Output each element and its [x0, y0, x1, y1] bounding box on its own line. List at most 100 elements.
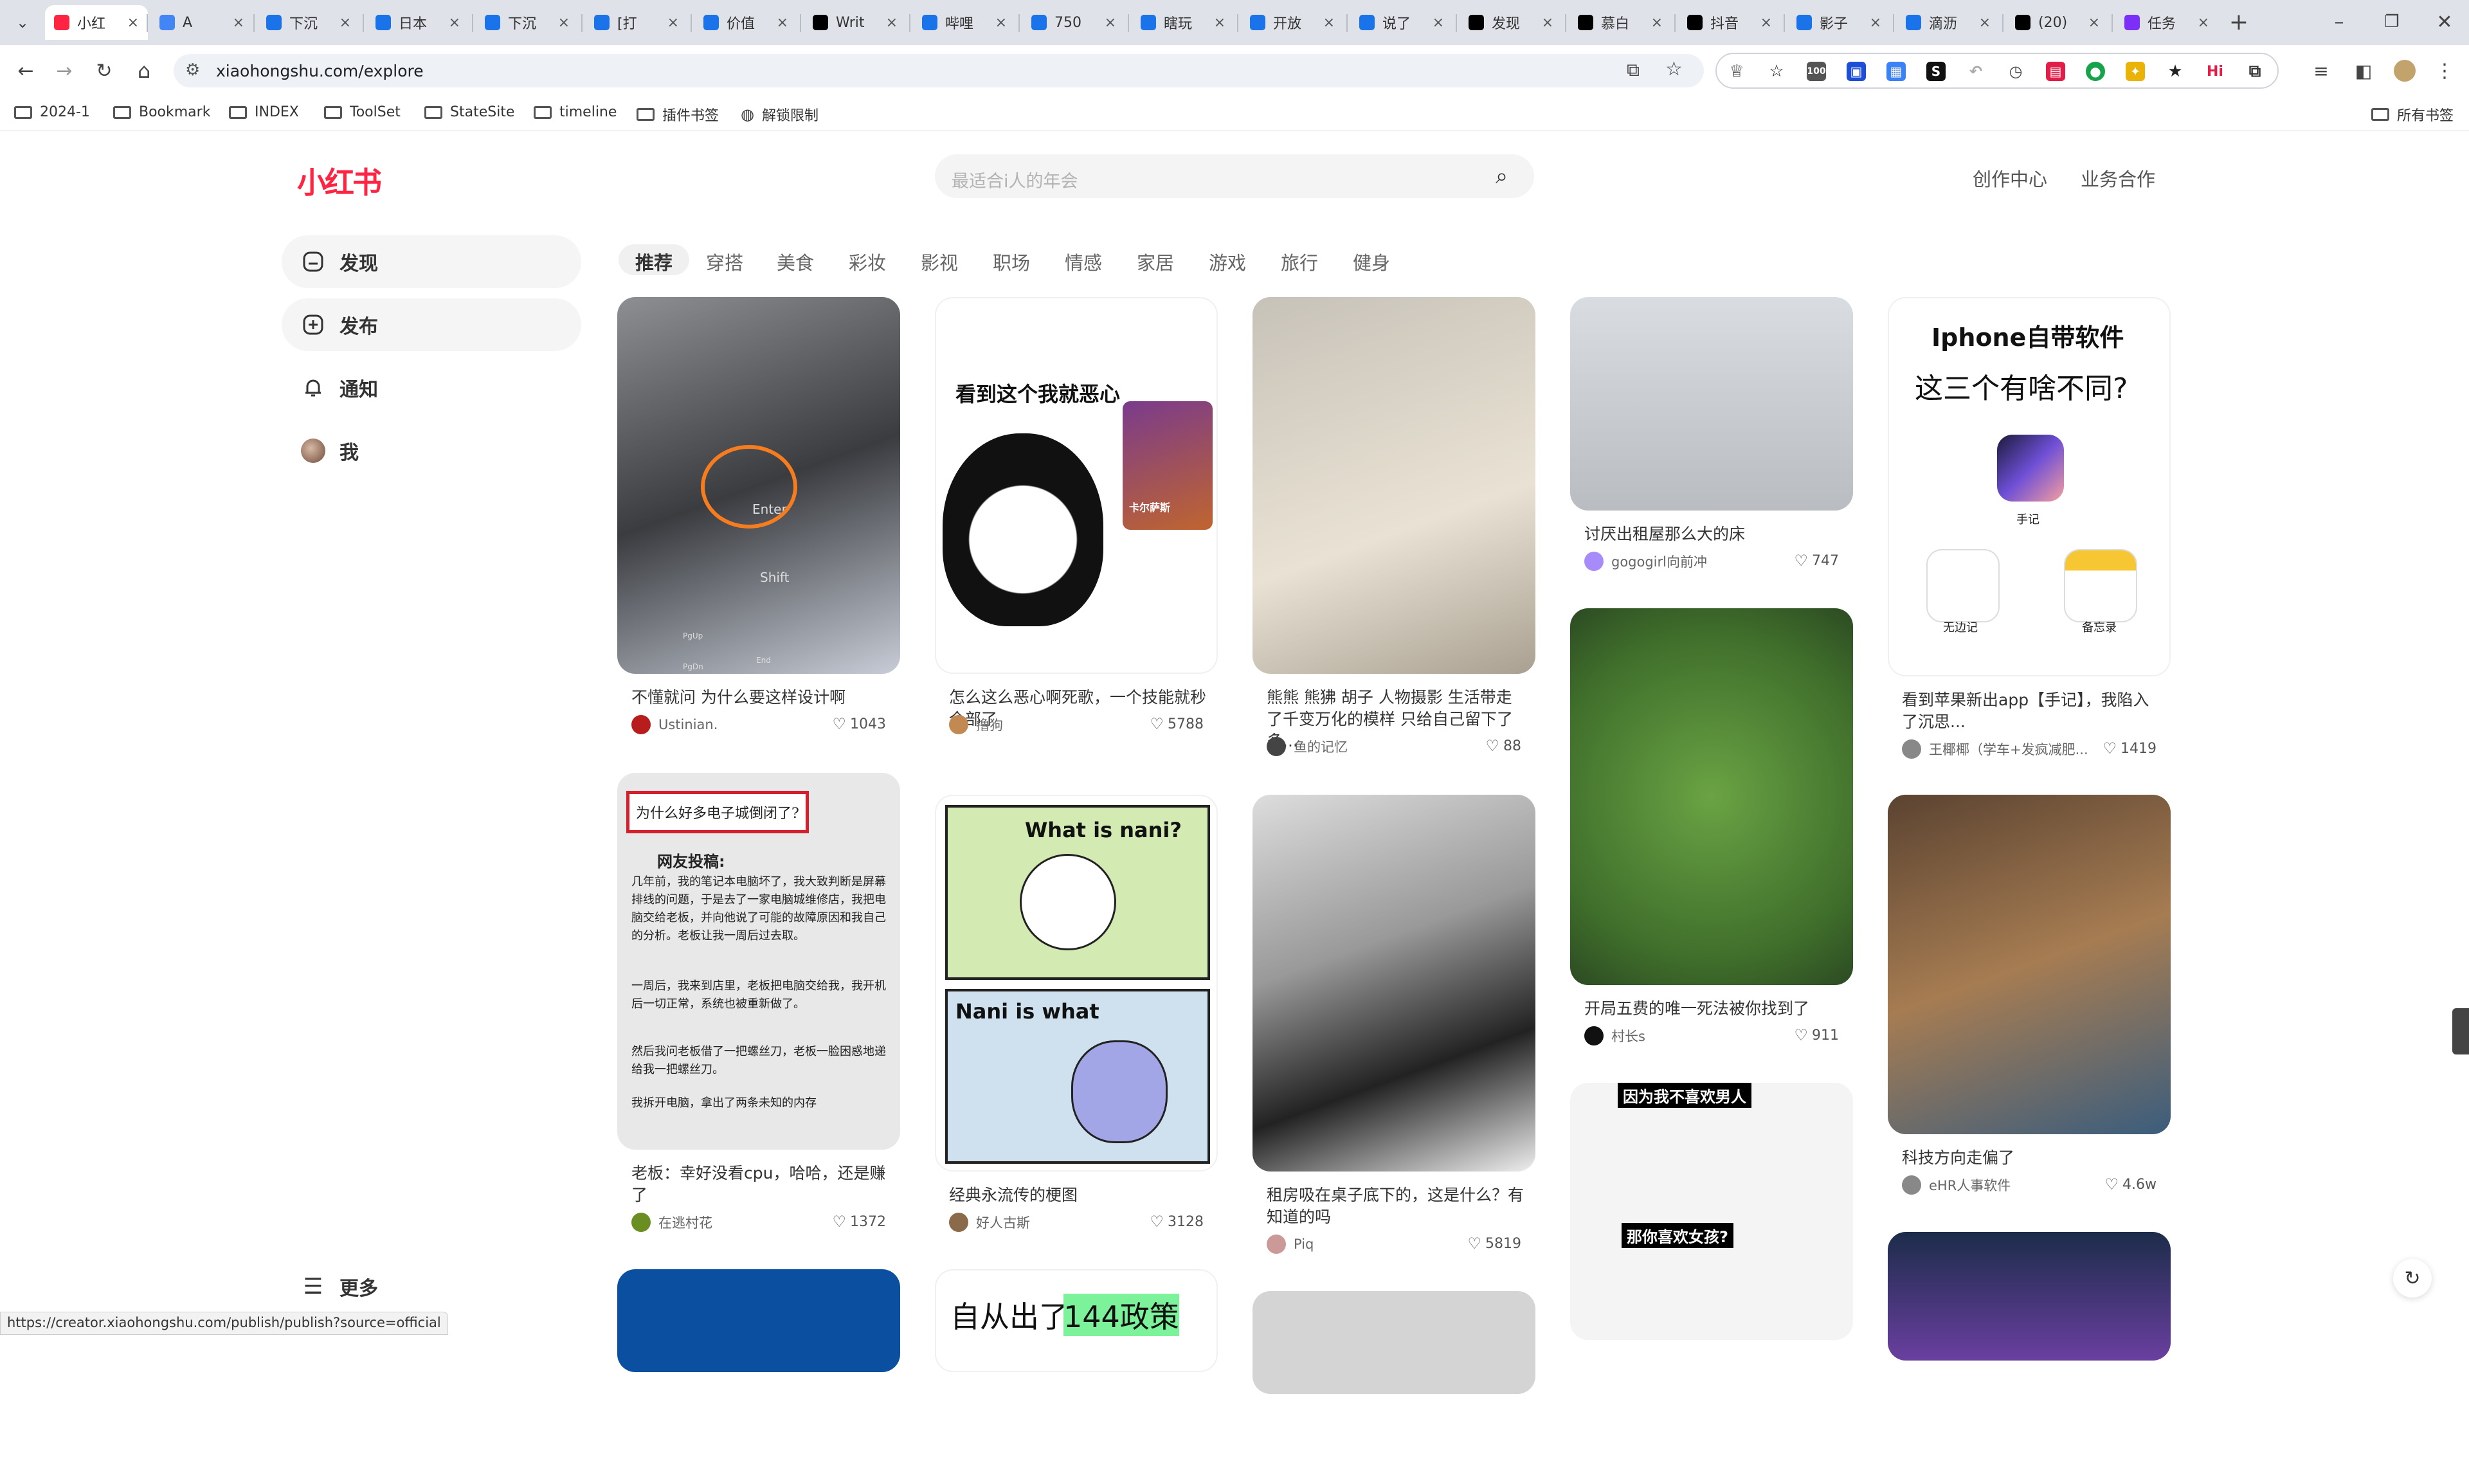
tab-10[interactable]: 瞎玩 × — [1132, 5, 1234, 40]
all-bookmarks[interactable]: 所有书签 — [2371, 104, 2454, 125]
tab-1[interactable]: A × — [150, 5, 253, 40]
tab-13[interactable]: 发现 × — [1460, 5, 1562, 40]
side-scroll-widget[interactable] — [2452, 1008, 2469, 1054]
channel-tab-8[interactable]: 游戏 — [1209, 244, 1246, 275]
tab-9[interactable]: 750 × — [1022, 5, 1125, 40]
note-cover-image[interactable]: 自从出了 144政策 — [935, 1269, 1218, 1372]
note-author[interactable]: 王椰椰（学车+发疯减肥... — [1902, 739, 2088, 759]
note-card[interactable]: What is nani? Nani is what 经典永流传的梗图 好人古斯 ♡ 31… — [935, 795, 1218, 1262]
note-card[interactable]: Enter Shift PgUp End PgDn 不懂就问 为什么要这样设计啊 Ustin… — [617, 297, 900, 764]
counter-extension-icon[interactable]: 100 — [1807, 62, 1826, 81]
reading-list-icon[interactable]: ≡ — [2304, 54, 2338, 87]
like-count[interactable]: ♡ 1419 — [2103, 739, 2157, 757]
puzzle-extensions-icon[interactable]: ⧉ — [2245, 62, 2265, 81]
new-tab-button[interactable]: + — [2222, 5, 2256, 39]
like-count[interactable]: ♡ 3128 — [1150, 1213, 1204, 1231]
heart-icon[interactable]: ♡ — [1794, 552, 1808, 570]
note-title[interactable]: 看到苹果新出app【手记】，我陷入了沉思... — [1902, 689, 2159, 733]
bookmark-4[interactable]: StateSite — [424, 104, 514, 120]
note-card[interactable] — [1253, 1291, 1535, 1484]
tab-5[interactable]: [打 × — [585, 5, 688, 40]
note-cover-image[interactable]: Enter Shift PgUp End PgDn — [617, 297, 900, 674]
note-cover-image[interactable] — [1570, 608, 1853, 985]
note-card[interactable] — [617, 1269, 900, 1462]
tab-close-icon[interactable]: × — [127, 15, 139, 31]
note-cover-image[interactable]: 因为我不喜欢男人 那你喜欢女孩? — [1570, 1083, 1853, 1340]
back-icon[interactable]: ← — [9, 54, 42, 87]
note-card[interactable] — [1888, 1232, 2171, 1451]
channel-tab-6[interactable]: 情感 — [1065, 244, 1102, 275]
note-author[interactable]: 鱼的记忆 — [1267, 737, 1348, 756]
note-author[interactable]: gogogirl向前冲 — [1584, 552, 1707, 571]
note-card[interactable]: 讨厌出租屋那么大的床 gogogirl向前冲 ♡ 747 — [1570, 297, 1853, 601]
heart-icon[interactable]: ♡ — [832, 715, 846, 733]
tab-close-icon[interactable]: × — [1214, 15, 1225, 31]
note-card[interactable]: 自从出了 144政策 — [935, 1269, 1218, 1462]
tab-4[interactable]: 下沉 × — [476, 5, 579, 40]
nav-publish[interactable]: 发布 — [282, 298, 581, 351]
heart-icon[interactable]: ♡ — [1150, 1213, 1164, 1231]
tab-19[interactable]: 任务 × — [2115, 5, 2218, 40]
xiaohongshu-logo[interactable]: 小红书 — [297, 159, 382, 202]
tab-15[interactable]: 抖音 × — [1678, 5, 1781, 40]
note-card[interactable]: Iphone自带软件 这三个有啥不同? 手记 无边记 备忘录 看到苹果新出app【手记】，… — [1888, 297, 2171, 766]
tab-close-icon[interactable]: × — [339, 15, 351, 31]
s-extension-icon[interactable]: S — [1926, 62, 1946, 81]
note-cover-image[interactable] — [1253, 795, 1535, 1172]
tab-16[interactable]: 影子 × — [1787, 5, 1890, 40]
note-cover-image[interactable]: 为什么好多电子城倒闭了? 网友投稿: 几年前，我的笔记本电脑坏了，我大致判断是屏幕排… — [617, 773, 900, 1150]
tab-6[interactable]: 价值 × — [694, 5, 797, 40]
tab-12[interactable]: 说了 × — [1350, 5, 1453, 40]
note-title[interactable]: 讨厌出租屋那么大的床 — [1584, 523, 1841, 545]
nav-notifications[interactable]: 通知 — [282, 361, 581, 414]
tab-close-icon[interactable]: × — [1870, 15, 1881, 31]
site-info-icon[interactable]: ⚙ — [185, 60, 200, 80]
yellow-extension-icon[interactable]: ✦ — [2126, 62, 2145, 81]
search-icon[interactable]: ⌕ — [1496, 163, 1508, 189]
nav-me[interactable]: 我 — [282, 424, 581, 477]
address-bar[interactable]: ⚙ xiaohongshu.com/explore ⧉ ☆ — [174, 54, 1704, 87]
like-count[interactable]: ♡ 5819 — [1467, 1235, 1521, 1253]
tab-7[interactable]: Writ × — [804, 5, 907, 40]
note-title[interactable]: 租房吸在桌子底下的，这是什么？有知道的吗 — [1267, 1184, 1524, 1228]
restore-icon[interactable]: ❐ — [2375, 5, 2409, 39]
star-extension-icon[interactable]: ☆ — [1767, 62, 1786, 81]
tab-11[interactable]: 开放 × — [1241, 5, 1344, 40]
tab-close-icon[interactable]: × — [1105, 15, 1116, 31]
heart-icon[interactable]: ♡ — [1794, 1026, 1808, 1044]
note-author[interactable]: 撸狗 — [949, 715, 1003, 734]
bookmark-7[interactable]: ◍ 解锁限制 — [741, 104, 818, 125]
channel-tab-5[interactable]: 职场 — [993, 244, 1030, 275]
note-cover-image[interactable] — [1888, 1232, 2171, 1361]
note-author[interactable]: Piq — [1267, 1235, 1314, 1254]
tab-17[interactable]: 滴沥 × — [1897, 5, 2000, 40]
tab-close-icon[interactable]: × — [2198, 15, 2209, 31]
note-card[interactable]: 开局五费的唯一死法被你找到了 村长s ♡ 911 — [1570, 608, 1853, 1075]
business-link[interactable]: 业务合作 — [2081, 165, 2155, 192]
like-count[interactable]: ♡ 911 — [1794, 1026, 1839, 1044]
bookmark-1[interactable]: Bookmark — [113, 104, 210, 120]
channel-tab-1[interactable]: 穿搭 — [706, 244, 743, 275]
nav-more[interactable]: ☰ 更多 — [282, 1260, 410, 1313]
channel-tab-7[interactable]: 家居 — [1137, 244, 1174, 275]
tab-close-icon[interactable]: × — [1979, 15, 1991, 31]
note-cover-image[interactable] — [617, 1269, 900, 1372]
blue-extension-icon[interactable]: ▣ — [1847, 62, 1866, 81]
tab-0[interactable]: 小红 × — [45, 5, 148, 40]
bookmark-3[interactable]: ToolSet — [324, 104, 401, 120]
tab-close-icon[interactable]: × — [1323, 15, 1335, 31]
tab-close-icon[interactable]: × — [1760, 15, 1772, 31]
heart-icon[interactable]: ♡ — [2105, 1175, 2119, 1193]
close-window-icon[interactable]: ✕ — [2428, 5, 2461, 39]
nav-discover[interactable]: 发现 — [282, 235, 581, 288]
bookmark-2[interactable]: INDEX — [229, 104, 299, 120]
tab-close-icon[interactable]: × — [1433, 15, 1444, 31]
note-author[interactable]: Ustinian. — [631, 715, 718, 734]
heart-icon[interactable]: ♡ — [1467, 1235, 1481, 1253]
note-title[interactable]: 开局五费的唯一死法被你找到了 — [1584, 998, 1841, 1020]
note-cover-image[interactable] — [1570, 297, 1853, 511]
channel-tab-0[interactable]: 推荐 — [619, 244, 690, 275]
heart-icon[interactable]: ♡ — [1150, 715, 1164, 733]
tab-close-icon[interactable]: × — [667, 15, 679, 31]
forward-icon[interactable]: → — [48, 54, 81, 87]
